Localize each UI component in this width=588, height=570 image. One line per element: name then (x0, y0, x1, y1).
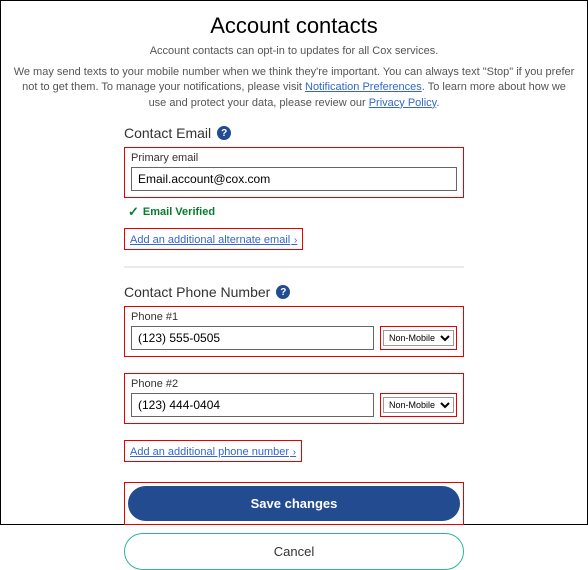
disclaimer-part3: . (436, 97, 439, 109)
phone-1-input[interactable] (131, 326, 374, 350)
phone-2-label: Phone #2 (131, 378, 457, 390)
phone-2-type-wrap: Non-Mobile (380, 393, 457, 417)
help-icon[interactable]: ? (217, 126, 231, 140)
email-verified-text: Email Verified (143, 206, 215, 218)
add-email-link-wrap: Add an additional alternate email › (124, 228, 303, 250)
add-phone-link-text: Add an additional phone number (130, 446, 289, 458)
add-phone-number-link[interactable]: Add an additional phone number › (130, 446, 296, 458)
phone-2-input[interactable] (131, 393, 374, 417)
cancel-button[interactable]: Cancel (124, 533, 464, 570)
phone-2-type-select[interactable]: Non-Mobile (383, 397, 454, 413)
page-subtitle: Account contacts can opt-in to updates f… (9, 45, 579, 57)
contact-email-heading-text: Contact Email (124, 125, 211, 141)
phone-1-type-wrap: Non-Mobile (380, 326, 457, 350)
primary-email-input[interactable] (131, 167, 457, 191)
checkmark-icon: ✓ (128, 204, 139, 220)
primary-email-group: Primary email (124, 147, 464, 198)
phone-1-type-select[interactable]: Non-Mobile (383, 330, 454, 346)
chevron-right-icon: › (291, 235, 297, 246)
page-title: Account contacts (9, 13, 579, 39)
add-email-link-text: Add an additional alternate email (130, 234, 290, 246)
phone-1-group: Phone #1 Non-Mobile (124, 306, 464, 357)
disclaimer-text: We may send texts to your mobile number … (9, 65, 579, 111)
privacy-policy-link[interactable]: Privacy Policy (369, 97, 437, 109)
add-phone-link-wrap: Add an additional phone number › (124, 440, 302, 462)
contact-phone-heading: Contact Phone Number ? (124, 284, 464, 300)
help-icon[interactable]: ? (276, 285, 290, 299)
email-verified-row: ✓ Email Verified (128, 204, 464, 220)
contact-phone-heading-text: Contact Phone Number (124, 284, 270, 300)
phone-1-label: Phone #1 (131, 311, 457, 323)
save-button-wrap: Save changes (124, 482, 464, 525)
phone-2-group: Phone #2 Non-Mobile (124, 373, 464, 424)
contact-email-heading: Contact Email ? (124, 125, 464, 141)
add-alternate-email-link[interactable]: Add an additional alternate email › (130, 234, 297, 246)
save-button[interactable]: Save changes (128, 486, 460, 521)
notification-preferences-link[interactable]: Notification Preferences (305, 81, 422, 93)
chevron-right-icon: › (290, 447, 296, 458)
section-divider (124, 266, 464, 268)
primary-email-label: Primary email (131, 152, 457, 164)
